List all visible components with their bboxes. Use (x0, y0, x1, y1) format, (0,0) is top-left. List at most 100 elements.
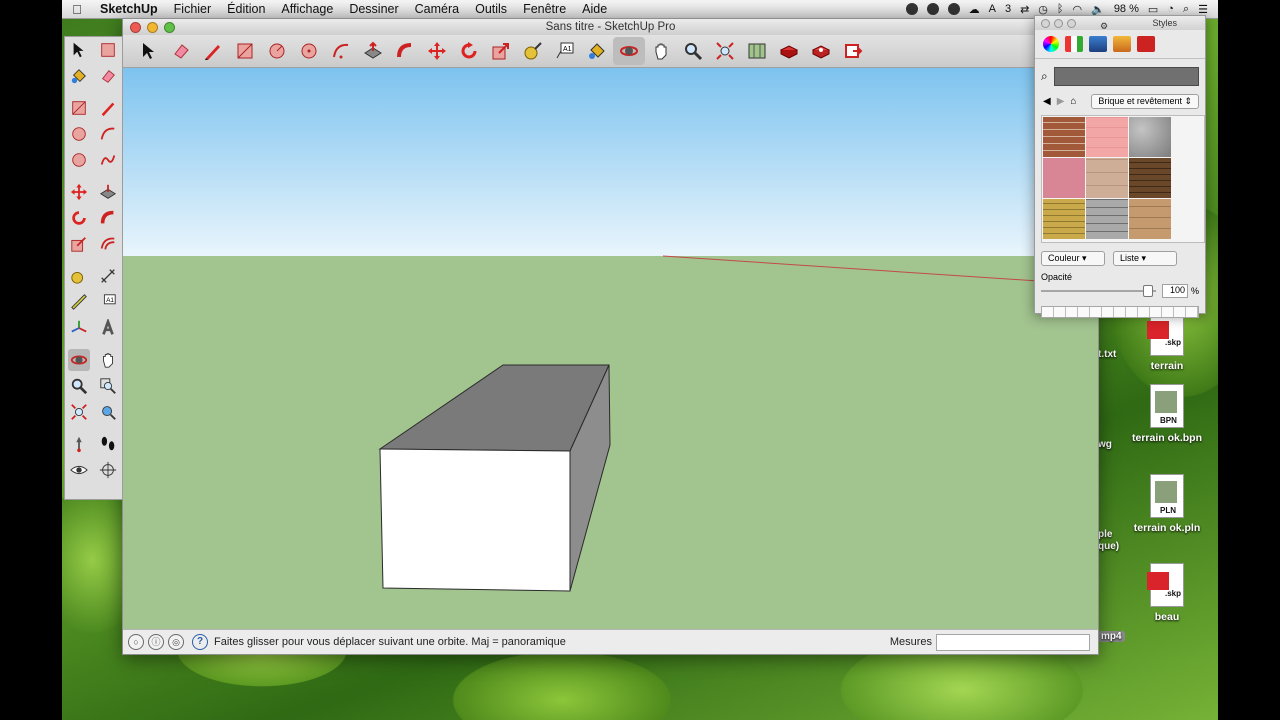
pencil-line-tool[interactable] (197, 37, 229, 65)
menu-fichier[interactable]: Fichier (166, 2, 220, 16)
desktop-icon-terrain-pln[interactable]: PLN terrain ok.pln (1127, 474, 1207, 534)
stop-icon[interactable] (947, 3, 960, 15)
forward-arrow-icon[interactable]: ▶ (1057, 96, 1065, 107)
palette-protractor[interactable] (68, 291, 90, 313)
menu-affichage[interactable]: Affichage (273, 2, 341, 16)
favorites-strip[interactable] (1041, 306, 1199, 318)
user-icon[interactable]: ◎ (168, 634, 184, 650)
palette-rectangle[interactable] (68, 97, 90, 119)
menu-edition[interactable]: Édition (219, 2, 273, 16)
material-swatch[interactable] (1086, 117, 1128, 157)
component-tool[interactable] (773, 37, 805, 65)
circle-tool[interactable] (261, 37, 293, 65)
notifications-icon[interactable]: ☰ (1198, 3, 1208, 16)
panel-minimize-button[interactable] (1054, 19, 1063, 28)
sketchup-materials-tab[interactable] (1137, 36, 1155, 52)
palette-follow-me[interactable] (97, 207, 119, 229)
menu-camera[interactable]: Caméra (407, 2, 467, 16)
spotlight-icon[interactable]: ⌕ (1183, 3, 1189, 16)
material-swatch[interactable] (1129, 158, 1171, 198)
zoom-tool[interactable] (677, 37, 709, 65)
palette-offset[interactable] (97, 233, 119, 255)
palette-select[interactable] (68, 39, 90, 61)
palette-zoom-window[interactable] (97, 375, 119, 397)
eraser-tool[interactable] (165, 37, 197, 65)
palette-move[interactable] (68, 181, 90, 203)
color-wheel-tab[interactable] (1043, 36, 1059, 52)
desktop-icon-terrain-skp[interactable]: .skp terrain (1127, 312, 1207, 372)
scale-tool[interactable] (485, 37, 517, 65)
palette-3d-text[interactable] (97, 317, 119, 339)
3d-viewport[interactable] (123, 68, 1098, 630)
wifi-icon[interactable]: ◠ (1073, 3, 1083, 16)
follow-me-tool[interactable] (389, 37, 421, 65)
palette-look-around[interactable] (68, 459, 90, 481)
palette-dimension[interactable] (97, 265, 119, 287)
push-pull-tool[interactable] (357, 37, 389, 65)
palette-freehand[interactable] (97, 149, 119, 171)
battery-level[interactable]: 98 % (1114, 3, 1139, 15)
orbit-tool[interactable] (613, 37, 645, 65)
palette-paint-bucket[interactable] (68, 65, 90, 87)
palette-zoom[interactable] (68, 375, 90, 397)
opacity-slider-knob[interactable] (1142, 285, 1153, 297)
send-layout-tool[interactable] (837, 37, 869, 65)
palette-arc[interactable] (97, 123, 119, 145)
palette-make-component[interactable] (97, 39, 119, 61)
clock-icon[interactable]: ◔ (1167, 3, 1174, 15)
desktop-icon-terrain-bpn[interactable]: BPN terrain ok.bpn (1127, 384, 1207, 444)
bluetooth-icon[interactable]: ᛒ (1057, 3, 1064, 15)
panel-gear-icon[interactable]: ⚙ (1100, 19, 1108, 33)
material-swatch[interactable] (1086, 158, 1128, 198)
material-swatch[interactable] (1129, 199, 1171, 239)
panel-close-button[interactable] (1041, 19, 1050, 28)
panel-zoom-button[interactable] (1067, 19, 1076, 28)
palette-text[interactable]: A1 (97, 291, 119, 313)
palette-push-pull[interactable] (97, 181, 119, 203)
app-menu[interactable]: SketchUp (92, 2, 166, 16)
menu-outils[interactable]: Outils (467, 2, 515, 16)
menu-aide[interactable]: Aide (574, 2, 615, 16)
palette-position-camera[interactable] (68, 433, 90, 455)
palette-zoom-extents[interactable] (68, 401, 90, 423)
pan-tool[interactable] (645, 37, 677, 65)
color-mode-select[interactable]: Couleur ▾ (1041, 251, 1105, 266)
palette-polygon[interactable] (68, 149, 90, 171)
crayons-tab[interactable] (1113, 36, 1131, 52)
minimize-button[interactable] (147, 22, 158, 33)
credits-icon[interactable]: ⓘ (148, 634, 164, 650)
back-arrow-icon[interactable]: ◀ (1043, 96, 1051, 107)
text-tool[interactable]: A1 (549, 37, 581, 65)
polygon-tool[interactable] (293, 37, 325, 65)
opacity-slider[interactable] (1041, 285, 1156, 297)
geo-location-icon[interactable]: ○ (128, 634, 144, 650)
move-tool[interactable] (421, 37, 453, 65)
warehouse-tool[interactable] (805, 37, 837, 65)
palette-previous-view[interactable] (97, 401, 119, 423)
record-icon[interactable] (926, 3, 939, 15)
palette-walk[interactable] (97, 433, 119, 455)
sync-icon[interactable]: ⇄ (1020, 3, 1029, 16)
add-location-tool[interactable] (741, 37, 773, 65)
time-machine-icon[interactable]: ◷ (1038, 3, 1048, 16)
palette-pan[interactable] (97, 349, 119, 371)
apple-menu-icon[interactable]:  (62, 2, 92, 17)
select-tool[interactable] (133, 37, 165, 65)
material-swatch[interactable] (1043, 117, 1085, 157)
view-mode-select[interactable]: Liste ▾ (1113, 251, 1177, 266)
zoom-button[interactable] (164, 22, 175, 33)
adobe-icon[interactable]: A (989, 3, 996, 15)
status-icon[interactable] (905, 3, 918, 15)
menu-fenetre[interactable]: Fenêtre (515, 2, 574, 16)
volume-icon[interactable]: 🔈 (1091, 3, 1105, 16)
palette-axes[interactable] (68, 317, 90, 339)
material-swatch[interactable] (1129, 117, 1171, 157)
palette-circle[interactable] (68, 123, 90, 145)
materials-search-input[interactable] (1053, 67, 1199, 86)
arc-tool[interactable] (325, 37, 357, 65)
collection-select[interactable]: Brique et revêtement ⇕ (1091, 94, 1199, 109)
close-button[interactable] (130, 22, 141, 33)
palette-orbit[interactable] (68, 349, 91, 371)
palette-tape-measure[interactable] (68, 265, 90, 287)
cloud-icon[interactable]: ☁ (969, 3, 980, 16)
